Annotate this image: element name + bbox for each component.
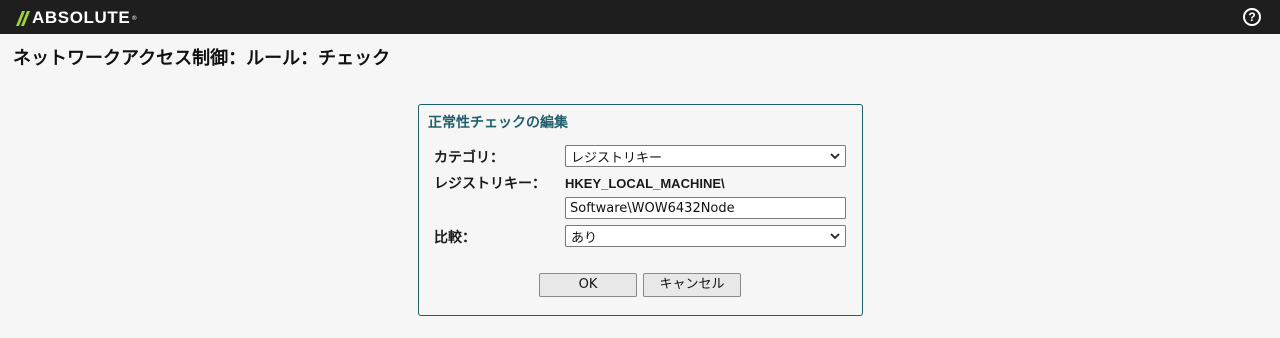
category-select[interactable]: レジストリキー (565, 145, 846, 167)
registry-path-input[interactable] (565, 197, 846, 219)
compare-select[interactable]: あり (565, 225, 846, 247)
edit-health-check-panel: 正常性チェックの編集 カテゴリ： レジストリキー レジストリキー： HKEY_L… (418, 104, 863, 316)
category-label: カテゴリ： (434, 150, 504, 166)
page-title: ネットワークアクセス制御：ルール：チェック (13, 48, 391, 69)
logo-slash-mark (15, 9, 31, 27)
logo-registered-mark: ® (131, 14, 138, 22)
chevron-down-icon (830, 233, 840, 240)
cancel-button[interactable]: キャンセル (643, 273, 741, 297)
help-icon[interactable]: ? (1243, 8, 1261, 26)
registry-key-label: レジストリキー： (434, 176, 546, 192)
registry-hive-text: HKEY_LOCAL_MACHINE\ (565, 176, 725, 191)
compare-select-value: あり (571, 230, 598, 246)
top-bar: ABSOLUTE ® ? (0, 0, 1280, 34)
logo-text: ABSOLUTE (32, 8, 131, 27)
panel-title: 正常性チェックの編集 (428, 115, 568, 131)
ok-button[interactable]: OK (539, 273, 637, 297)
category-select-value: レジストリキー (571, 150, 663, 166)
absolute-logo: ABSOLUTE ® (15, 8, 138, 28)
compare-label: 比較： (434, 230, 476, 246)
chevron-down-icon (830, 153, 840, 160)
